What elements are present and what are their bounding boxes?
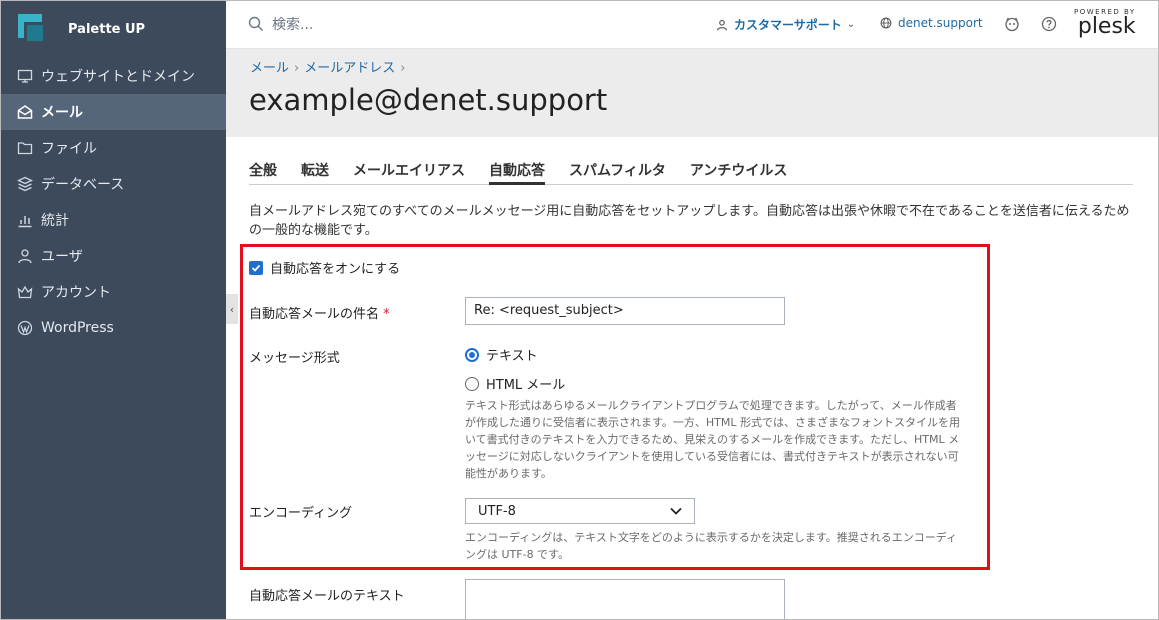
chevron-left-icon: ‹ [229, 302, 235, 316]
monitor-icon [16, 68, 34, 84]
encoding-select[interactable]: UTF-8 [465, 498, 695, 524]
sidebar-item-mail[interactable]: メール [0, 94, 226, 130]
brand[interactable]: Palette UP [0, 0, 226, 58]
tab-antivirus[interactable]: アンチウイルス [690, 157, 787, 185]
wordpress-icon [16, 320, 34, 336]
sidebar-item-databases[interactable]: データベース [0, 166, 226, 202]
sidebar-item-label: ウェブサイトとドメイン [41, 69, 195, 85]
sidebar-item-files[interactable]: ファイル [0, 130, 226, 166]
palette-logo-icon [18, 14, 46, 44]
chart-icon [16, 212, 34, 228]
search-placeholder: 検索... [272, 17, 314, 33]
page-header: メール › メールアドレス › example@denet.support [226, 49, 1159, 137]
plesk-logo: POWERED BY plesk [1074, 8, 1136, 38]
help-icon[interactable] [1041, 16, 1057, 32]
globe-icon [880, 17, 892, 29]
encoding-value: UTF-8 [478, 503, 516, 519]
subject-input[interactable]: Re: <request_subject> [465, 297, 785, 325]
user-icon [16, 248, 34, 264]
sidebar-item-label: ファイル [41, 141, 97, 157]
body-textarea[interactable] [465, 579, 785, 620]
plesk-wordmark: plesk [1077, 14, 1136, 39]
checkbox-checked-icon[interactable] [249, 260, 263, 275]
body-label: 自動応答メールのテキスト [249, 589, 405, 604]
breadcrumb-item-addresses[interactable]: メールアドレス [304, 61, 395, 76]
customer-support-menu[interactable]: カスタマーサポート ⌄ [716, 16, 855, 33]
sidebar-item-websites[interactable]: ウェブサイトとドメイン [0, 58, 226, 94]
format-hint: テキスト形式はあらゆるメールクライアントプログラムで処理できます。したがって、メ… [465, 399, 961, 480]
topbar: 検索... カスタマーサポート ⌄ denet.support POWERED … [226, 0, 1159, 49]
autoresponder-enable-checkbox[interactable]: 自動応答をオンにする [249, 258, 400, 277]
format-html-label: HTML メール [486, 378, 566, 393]
breadcrumb-separator: › [400, 61, 406, 76]
chevron-down-icon [670, 507, 682, 515]
database-icon [16, 176, 34, 192]
breadcrumb-item-mail[interactable]: メール [250, 61, 289, 76]
search-icon [248, 16, 263, 31]
autoresponder-enable-label: 自動応答をオンにする [270, 262, 401, 277]
page-description: 自メールアドレス宛てのすべてのメールメッセージ用に自動応答をセットアップします。… [249, 204, 1130, 238]
tab-forwarding[interactable]: 転送 [301, 157, 329, 185]
breadcrumb-separator: › [294, 61, 300, 76]
subject-label: 自動応答メールの件名 * [249, 307, 390, 322]
crown-icon [16, 284, 34, 300]
tab-spam-filter[interactable]: スパムフィルタ [569, 157, 666, 185]
pet-icon[interactable] [1004, 16, 1020, 32]
sidebar: Palette UP ウェブサイトとドメイン メール ファイル データベース 統… [0, 0, 226, 620]
sidebar-item-label: メール [41, 105, 83, 121]
brand-name: Palette UP [68, 21, 146, 37]
tab-general[interactable]: 全般 [249, 157, 277, 185]
encoding-hint: エンコーディングは、テキスト文字をどのように表示するかを決定します。推奨されるエ… [465, 531, 958, 561]
user-icon [716, 19, 728, 30]
radio-selected-icon[interactable] [465, 347, 479, 362]
sidebar-item-label: データベース [41, 177, 125, 193]
encoding-label: エンコーディング [249, 506, 353, 521]
search-input[interactable]: 検索... [248, 14, 313, 34]
page-title: example@denet.support [249, 83, 608, 117]
sidebar-item-label: 統計 [41, 213, 69, 229]
breadcrumb: メール › メールアドレス › [250, 57, 410, 76]
domain-link[interactable]: denet.support [880, 16, 983, 30]
sidebar-item-wordpress[interactable]: WordPress [0, 310, 226, 346]
sidebar-item-label: ユーザ [41, 249, 83, 265]
radio-unselected-icon[interactable] [465, 376, 479, 391]
mail-icon [16, 104, 34, 120]
folder-icon [16, 140, 34, 156]
format-text-radio[interactable]: テキスト [465, 345, 538, 364]
tab-autoresponder[interactable]: 自動応答 [489, 157, 545, 185]
sidebar-collapse-toggle[interactable]: ‹ [226, 294, 238, 324]
format-text-label: テキスト [486, 349, 538, 364]
required-mark: * [383, 307, 390, 322]
tab-aliases[interactable]: メールエイリアス [353, 157, 465, 185]
tab-bar: 全般 転送 メールエイリアス 自動応答 スパムフィルタ アンチウイルス [249, 157, 1133, 185]
sidebar-item-label: WordPress [41, 320, 114, 336]
domain-label: denet.support [898, 16, 983, 30]
sidebar-item-users[interactable]: ユーザ [0, 238, 226, 274]
chevron-down-icon: ⌄ [846, 19, 856, 30]
format-label: メッセージ形式 [249, 351, 340, 366]
sidebar-item-label: アカウント [41, 285, 111, 301]
format-html-radio[interactable]: HTML メール [465, 374, 565, 393]
support-label: カスタマーサポート [734, 18, 842, 32]
sidebar-item-account[interactable]: アカウント [0, 274, 226, 310]
sidebar-item-statistics[interactable]: 統計 [0, 202, 226, 238]
